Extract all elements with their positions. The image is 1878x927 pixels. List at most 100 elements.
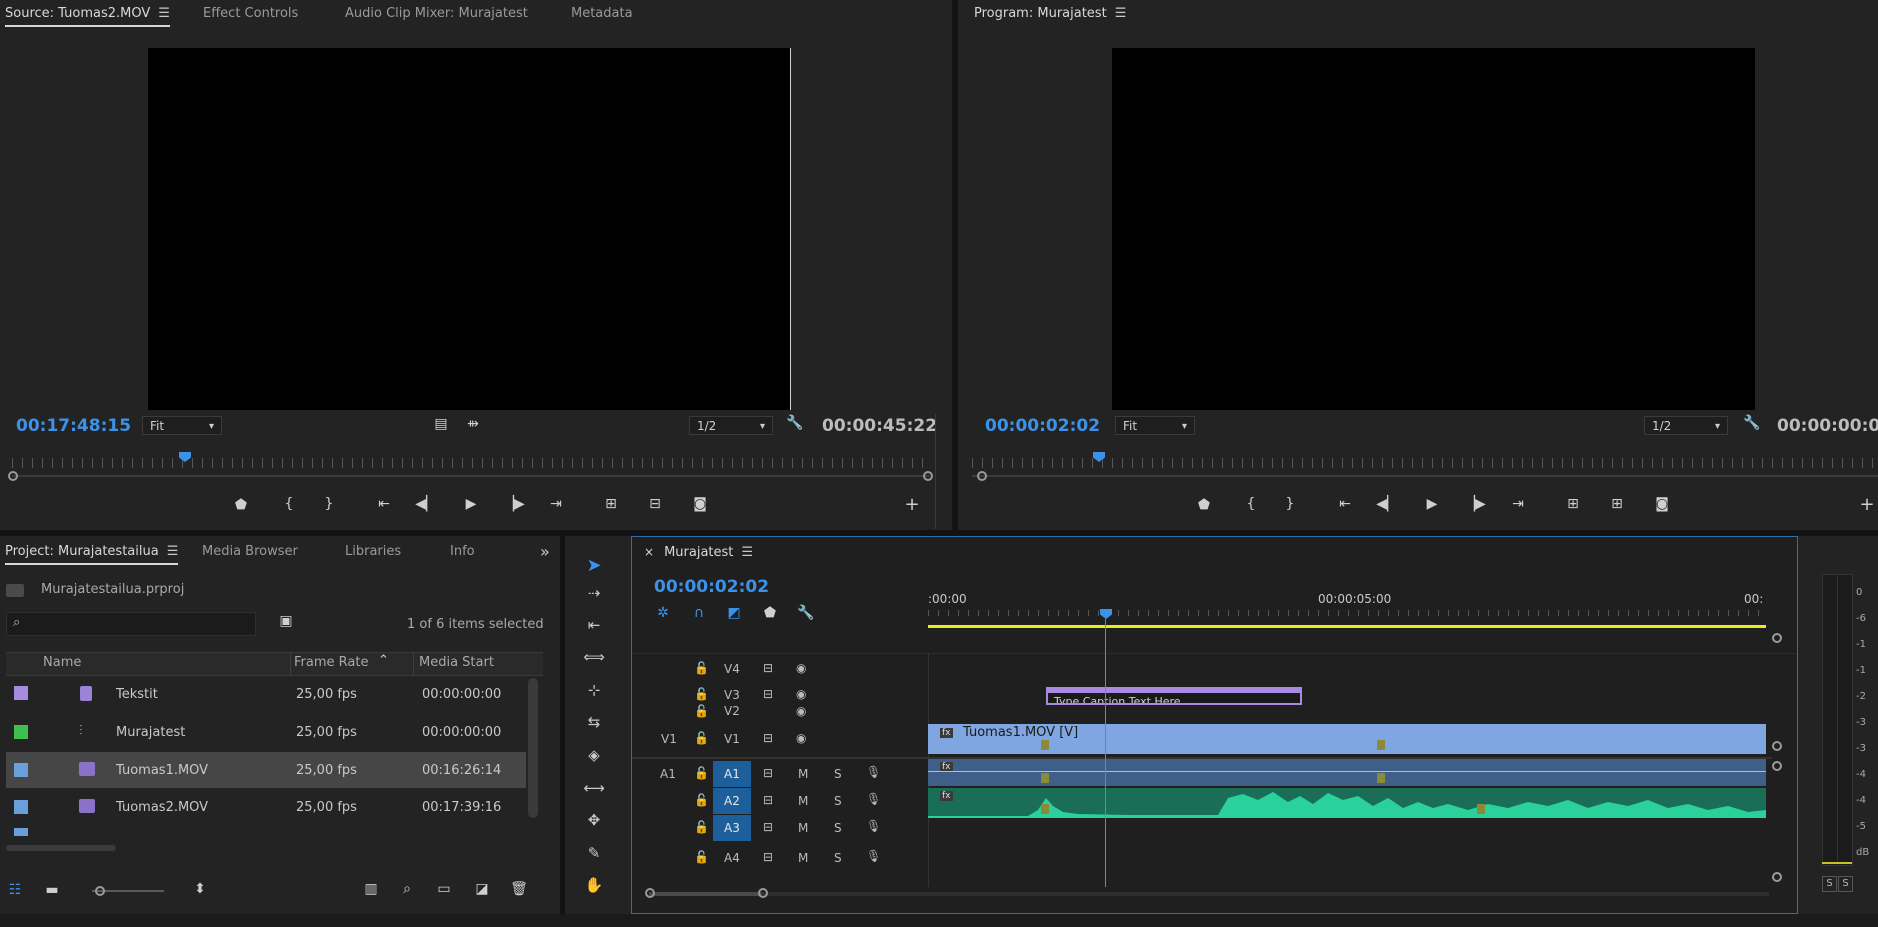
track-lock-icon[interactable]: 🔓	[694, 661, 709, 675]
column-header-media-start[interactable]: Media Start	[419, 655, 494, 670]
track-name-a2[interactable]: A2	[724, 794, 740, 808]
zoom-slider-handle[interactable]	[95, 886, 105, 896]
snap-magnet-icon[interactable]: ∩	[688, 605, 710, 621]
export-frame-camera-icon[interactable]: ◙	[689, 496, 711, 512]
microphone-icon[interactable]: 🎙	[866, 792, 881, 806]
step-forward-icon[interactable]: ▕▶	[503, 496, 525, 512]
new-bin-folder-icon[interactable]: ▭	[433, 881, 455, 897]
panel-menu-icon[interactable]: ☰	[741, 545, 753, 560]
hand-tool-icon[interactable]: ✋	[581, 876, 607, 894]
solo-button[interactable]: S	[834, 794, 842, 808]
drag-video-only-icon[interactable]: ▤	[430, 416, 452, 432]
tab-libraries[interactable]: Libraries	[345, 544, 401, 559]
panel-menu-icon[interactable]: ☰	[167, 544, 179, 559]
audio-clip-a1[interactable]: fx	[928, 759, 1766, 786]
sync-lock-icon[interactable]: ⊟	[763, 850, 773, 864]
tab-sequence[interactable]: × Murajatest ☰	[644, 545, 753, 560]
track-name-a4[interactable]: A4	[724, 851, 740, 865]
timeline-ruler-ticks[interactable]	[928, 610, 1766, 616]
insert-icon[interactable]: ⊞	[600, 496, 622, 512]
track-lock-icon[interactable]: 🔓	[694, 731, 709, 745]
partially-visible-row[interactable]	[6, 826, 526, 836]
timeline-settings-wrench-icon[interactable]: 🔧	[795, 605, 817, 621]
timeline-timecode[interactable]: 00:00:02:02	[654, 577, 769, 597]
button-editor-plus-icon[interactable]: +	[1856, 494, 1878, 515]
column-header-frame-rate[interactable]: Frame Rate	[294, 655, 368, 670]
keyframe-marker[interactable]	[1477, 804, 1485, 814]
source-zoom-end-handle[interactable]	[923, 471, 933, 481]
caption-clip[interactable]: Tekstit Type Caption Text Here	[1046, 687, 1302, 705]
mark-in-icon[interactable]: {	[278, 496, 300, 512]
source-time-ruler[interactable]	[12, 458, 930, 468]
nest-insert-icon[interactable]: ✲	[652, 605, 674, 621]
column-header-name[interactable]: Name	[43, 655, 81, 670]
eye-icon[interactable]: ◉	[796, 704, 806, 718]
track-name-a3[interactable]: A3	[724, 821, 740, 835]
vertical-scrollbar[interactable]	[528, 678, 538, 818]
tab-effect-controls[interactable]: Effect Controls	[203, 6, 298, 21]
search-input[interactable]: ⌕	[6, 612, 256, 636]
program-zoom-start-handle[interactable]	[977, 471, 987, 481]
timeline-hscroll-thumb[interactable]	[649, 892, 762, 896]
label-color-swatch[interactable]	[14, 725, 28, 739]
label-color-swatch[interactable]	[14, 686, 28, 700]
mute-button[interactable]: M	[798, 821, 808, 835]
horizontal-scrollbar[interactable]	[6, 845, 116, 851]
keyframe-marker[interactable]	[1377, 773, 1385, 783]
rate-stretch-tool-icon[interactable]: ⊹	[581, 681, 607, 699]
settings-wrench-icon[interactable]: 🔧	[784, 415, 806, 431]
keyframe-marker[interactable]	[1041, 804, 1049, 814]
source-patch-v1[interactable]: V1	[661, 732, 677, 746]
source-zoom-start-handle[interactable]	[8, 471, 18, 481]
source-zoom-select[interactable]: Fit ▾	[142, 416, 222, 435]
track-lock-icon[interactable]: 🔓	[694, 793, 709, 807]
solo-left-button[interactable]: S	[1822, 876, 1837, 892]
keyframe-marker[interactable]	[1041, 740, 1049, 750]
sync-lock-icon[interactable]: ⊟	[763, 766, 773, 780]
eye-icon[interactable]: ◉	[796, 731, 806, 745]
monitor-divider[interactable]	[952, 0, 958, 532]
microphone-icon[interactable]: 🎙	[866, 819, 881, 833]
source-resolution-select[interactable]: 1/2 ▾	[689, 416, 773, 435]
video-clip-v1[interactable]: fx Tuomas1.MOV [V]	[928, 724, 1766, 754]
linked-selection-icon[interactable]: ◩	[723, 605, 745, 621]
solo-button[interactable]: S	[834, 821, 842, 835]
new-item-icon[interactable]: ◪	[471, 881, 493, 897]
tab-source[interactable]: Source: Tuomas2.MOV ☰	[5, 6, 170, 27]
slide-tool-icon[interactable]: ✥	[581, 811, 607, 829]
eye-icon[interactable]: ◉	[796, 687, 806, 701]
table-row-selected[interactable]: Tuomas1.MOV 25,00 fps 00:16:26:14	[6, 752, 526, 788]
program-zoom-select[interactable]: Fit ▾	[1115, 416, 1195, 435]
sort-ascending-icon[interactable]: ⌃	[378, 653, 389, 668]
go-to-out-icon[interactable]: ⇥	[1507, 496, 1529, 512]
automate-to-sequence-icon[interactable]: ▥	[360, 881, 382, 897]
eye-icon[interactable]: ◉	[796, 661, 806, 675]
tab-info[interactable]: Info	[450, 544, 475, 559]
mute-button[interactable]: M	[798, 767, 808, 781]
ripple-edit-tool-icon[interactable]: ⇤	[581, 616, 607, 634]
sync-lock-icon[interactable]: ⊟	[763, 687, 773, 701]
timeline-vscroll-audio-handle[interactable]	[1772, 761, 1782, 771]
microphone-icon[interactable]: 🎙	[866, 849, 881, 863]
timeline-hscroll-end-handle[interactable]	[758, 888, 768, 898]
add-marker-icon[interactable]: ⬟	[230, 497, 252, 513]
selection-tool-arrow-icon[interactable]: ➤	[581, 555, 607, 576]
rolling-edit-tool-icon[interactable]: ⟺	[581, 648, 607, 666]
sort-icons-icon[interactable]: ⬍	[189, 881, 211, 897]
go-to-in-icon[interactable]: ⇤	[1334, 496, 1356, 512]
panel-menu-icon[interactable]: ☰	[158, 6, 170, 21]
tab-metadata[interactable]: Metadata	[571, 6, 633, 21]
timeline-playhead[interactable]	[1100, 609, 1112, 619]
rate-stretch-alt-icon[interactable]: ⇆	[581, 713, 607, 731]
go-to-out-icon[interactable]: ⇥	[545, 496, 567, 512]
add-marker-icon[interactable]: ⬟	[759, 605, 781, 621]
timeline-hscroll-start-handle[interactable]	[645, 888, 655, 898]
label-color-swatch[interactable]	[14, 800, 28, 814]
drag-audio-only-icon[interactable]: ⇻	[462, 416, 484, 432]
label-color-swatch[interactable]	[14, 763, 28, 777]
add-marker-icon[interactable]: ⬟	[1193, 497, 1215, 513]
timeline-vscroll-bottom-handle[interactable]	[1772, 872, 1782, 882]
program-time-ruler[interactable]	[972, 458, 1878, 468]
mute-button[interactable]: M	[798, 851, 808, 865]
track-name-v1[interactable]: V1	[724, 732, 740, 746]
